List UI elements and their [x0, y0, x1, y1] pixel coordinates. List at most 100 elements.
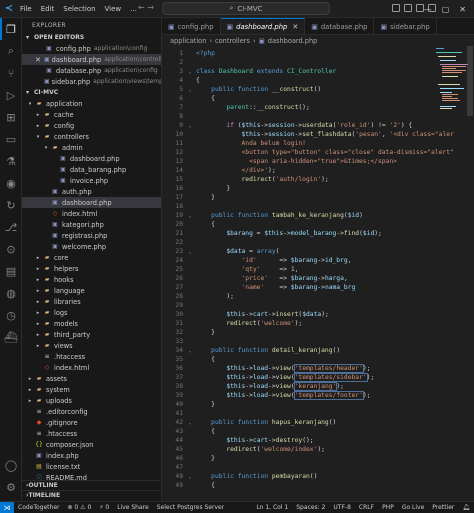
tree-folder[interactable]: ▸ ▰ language [22, 285, 161, 296]
status-codetogether[interactable]: CodeTogether [14, 504, 64, 511]
close-icon[interactable]: ✕ [35, 56, 41, 64]
code-line[interactable]: 29 [162, 301, 196, 310]
tree-folder[interactable]: ▸ ▰ assets [22, 373, 161, 384]
breadcrumb-controllers[interactable]: controllers [215, 37, 250, 45]
chevron-down-icon[interactable]: ▾ [26, 101, 34, 107]
tree-file[interactable]: ▣ auth.php [22, 186, 161, 197]
toggle-panel-icon[interactable] [404, 4, 412, 12]
chevron-down-icon[interactable]: ▾ [42, 145, 50, 151]
code-line[interactable]: 3 ⌄ class Dashboard extends CI_Controller [162, 67, 336, 76]
status-eol[interactable]: CRLF [355, 504, 378, 511]
chevron-right-icon[interactable]: ▸ [34, 343, 42, 349]
code-line[interactable]: 34 ⌄ public function detail_keranjang() [162, 346, 340, 355]
tree-folder[interactable]: ▸ ▰ config [22, 120, 161, 131]
tree-file[interactable]: ◇ index.html [22, 362, 161, 373]
chevron-right-icon[interactable]: ▸ [34, 299, 42, 305]
scrollbar-thumb[interactable] [467, 46, 473, 116]
minimize-icon[interactable]: — [424, 5, 432, 14]
code-line[interactable]: 44 $this->cart->destroy(); [162, 436, 313, 445]
code-line[interactable]: 26 'price' => $barang->harga, [162, 274, 347, 283]
code-line[interactable]: 24 'id' => $barang->id_brg, [162, 256, 351, 265]
timeline-section[interactable]: › TIMELINE [22, 490, 161, 500]
status-postgres[interactable]: Select Postgres Server [153, 504, 229, 511]
open-editor-item[interactable]: ▣sidebar.phpapplication\views\templat... [22, 76, 161, 87]
code-line[interactable]: 9 ⌄ if ($this->session->userdata('role_id… [162, 121, 412, 130]
code-line[interactable]: 39 $this->load->view('templates/footer')… [162, 391, 370, 400]
chevron-right-icon[interactable]: ▸ [34, 277, 42, 283]
tree-file[interactable]: ◆ .gitignore [22, 417, 161, 428]
code-line[interactable]: 11 Anda belum login! [162, 139, 306, 148]
live-share-icon[interactable]: ↻ [3, 197, 19, 213]
tree-file[interactable]: ▣ index.php [22, 450, 161, 461]
menu-view[interactable]: View [105, 5, 122, 13]
tree-folder[interactable]: ▾ ▰ application [22, 98, 161, 109]
git-graph-icon[interactable]: ⎇ [3, 219, 19, 235]
open-editor-item[interactable]: ✕▣dashboard.phpapplication\controllers [22, 54, 161, 65]
tree-folder[interactable]: ▸ ▰ models [22, 318, 161, 329]
code-line[interactable]: 15 redirect('auth/login'); [162, 175, 328, 184]
database-icon[interactable]: ◉ [3, 175, 19, 191]
code-line[interactable]: 40 } [162, 400, 215, 409]
tree-file[interactable]: ▣ invoice.php [22, 175, 161, 186]
status-ports[interactable]: ⚡ 0 [95, 504, 113, 511]
chevron-right-icon[interactable]: ▸ [34, 288, 42, 294]
breadcrumb-file[interactable]: dashboard.php [268, 37, 318, 45]
tree-folder[interactable]: ▸ ▰ libraries [22, 296, 161, 307]
tree-file[interactable]: ▣ dashboard.php [22, 153, 161, 164]
fold-chevron-icon[interactable]: ⌄ [184, 474, 196, 480]
notifications-bell-icon[interactable]: 🔔︎ [458, 504, 474, 511]
code-line[interactable]: 4{ [162, 76, 200, 85]
status-language[interactable]: PHP [378, 504, 398, 511]
status-problems[interactable]: ⊗ 0 ⚠ 0 [64, 504, 96, 511]
tree-file[interactable]: ≡ .htaccess [22, 351, 161, 362]
fold-chevron-icon[interactable]: ⌄ [184, 420, 196, 426]
code-line[interactable]: 33 [162, 337, 196, 346]
code-line[interactable]: 48 ⌄ public function pembayaran() [162, 472, 317, 481]
outline-section[interactable]: › OUTLINE [22, 480, 161, 490]
code-line[interactable]: 46 } [162, 454, 215, 463]
editor-tab[interactable]: ▣ dashboard.php ✕ [220, 18, 306, 34]
tree-file[interactable]: ▣ dashboard.php [22, 197, 161, 208]
postgres-icon[interactable]: ◍ [3, 285, 19, 301]
code-line[interactable]: 1 <?php [162, 49, 215, 58]
code-line[interactable]: 6 { [162, 94, 215, 103]
copilot-icon[interactable]: ⊙ [3, 241, 19, 257]
toggle-sidebar-icon[interactable] [392, 4, 400, 12]
tree-folder[interactable]: ▸ ▰ system [22, 384, 161, 395]
tree-folder[interactable]: ▾ ▰ controllers [22, 131, 161, 142]
timer-icon[interactable]: ◷ [3, 307, 19, 323]
open-editor-item[interactable]: ▣ database.php application\config [22, 65, 161, 76]
vertical-scrollbar[interactable] [466, 46, 474, 501]
code-line[interactable]: 23 ⌄ $data = array( [162, 247, 279, 256]
run-debug-icon[interactable]: ▷ [3, 87, 19, 103]
code-line[interactable]: 21 $barang = $this->model_barang->find($… [162, 229, 381, 238]
chevron-right-icon[interactable]: ▸ [34, 310, 42, 316]
code-line[interactable]: 43 { [162, 427, 215, 436]
code-line[interactable]: 31 redirect('welcome'); [162, 319, 302, 328]
chevron-right-icon[interactable]: ▸ [34, 112, 42, 118]
status-live-share[interactable]: Live Share [113, 504, 152, 511]
code-line[interactable]: 49 { [162, 481, 215, 490]
code-line[interactable]: 35 { [162, 355, 215, 364]
back-arrow-icon[interactable]: ← [138, 3, 145, 12]
fold-chevron-icon[interactable]: ⌄ [184, 69, 196, 75]
menu-more[interactable]: ... [130, 5, 137, 13]
search-icon[interactable]: ⌕ [3, 43, 19, 59]
close-tab-icon[interactable]: ✕ [292, 23, 298, 31]
code-line[interactable]: 5 ⌄ public function __construct() [162, 85, 321, 94]
chevron-right-icon[interactable]: ▸ [34, 321, 42, 327]
status-cursor-position[interactable]: Ln 1, Col 1 [252, 504, 292, 511]
code-line[interactable]: 28 ); [162, 292, 234, 301]
forward-arrow-icon[interactable]: → [147, 3, 154, 12]
menu-edit[interactable]: Edit [41, 5, 55, 13]
code-line[interactable]: 12 <button type="button" class="close" d… [162, 148, 453, 157]
tree-folder[interactable]: ▾ ▰ admin [22, 142, 161, 153]
code-line[interactable]: 32 } [162, 328, 215, 337]
chevron-right-icon[interactable]: ▸ [26, 376, 34, 382]
open-editor-item[interactable]: ▣ config.php application\config [22, 43, 161, 54]
code-line[interactable]: 27 'name' => $barang->nama_brg [162, 283, 355, 292]
status-go-live[interactable]: Go Live [398, 504, 428, 511]
tree-file[interactable]: ≡ .htaccess [22, 428, 161, 439]
fold-chevron-icon[interactable]: ⌄ [184, 249, 196, 255]
code-line[interactable]: 42 ⌄ public function hapus_keranjang() [162, 418, 336, 427]
